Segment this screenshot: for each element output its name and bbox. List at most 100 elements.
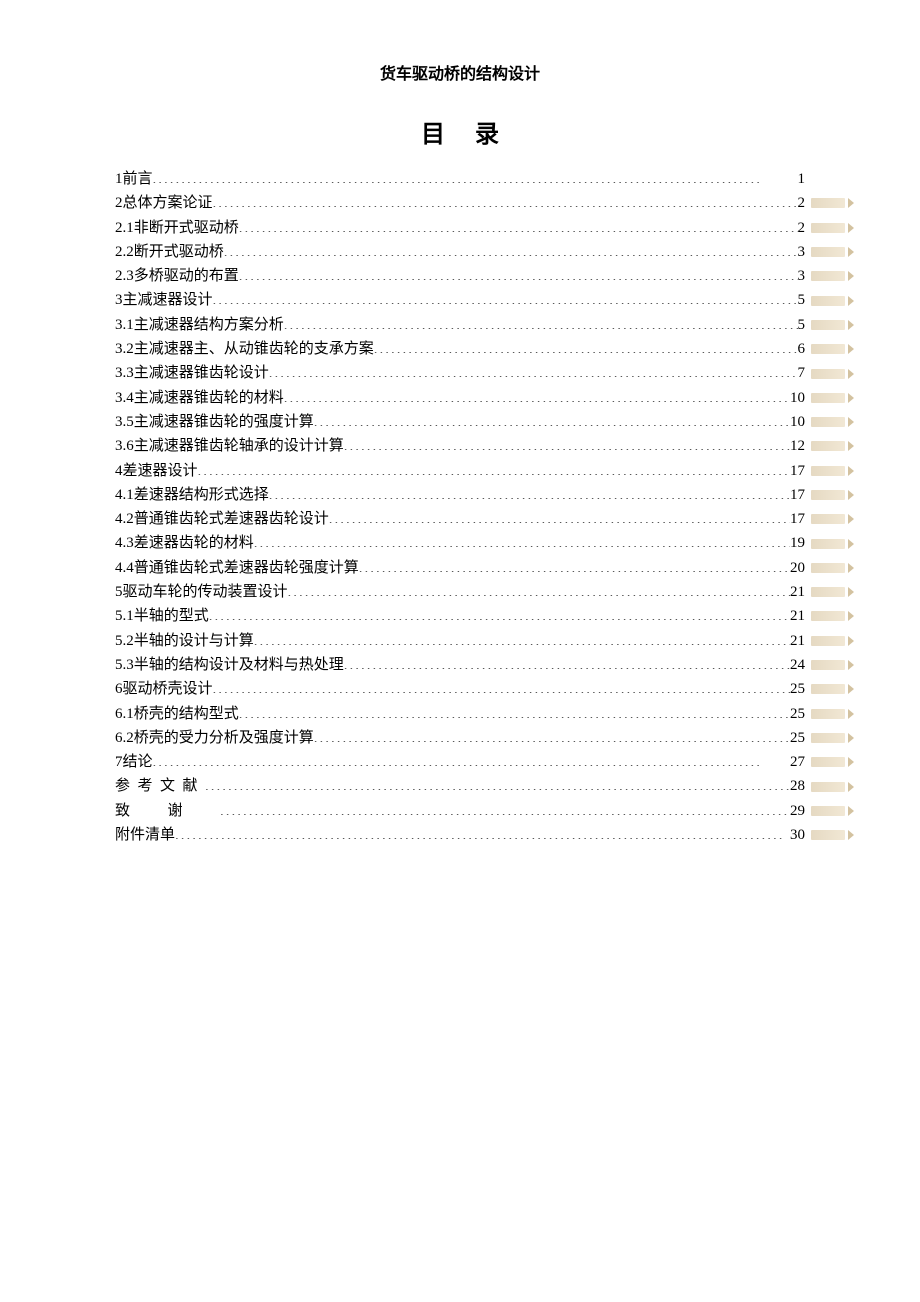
toc-entry-page: 5 — [798, 313, 806, 337]
paragraph-marker-icon — [848, 320, 860, 330]
paragraph-marker-icon — [848, 247, 860, 257]
toc-entry: 5.1 半轴的型式21 — [115, 604, 805, 628]
toc-dots-leader — [213, 678, 790, 693]
toc-entry-text: 主减速器结构方案分析 — [134, 313, 284, 337]
toc-entry-text: 参考文献 — [115, 774, 205, 798]
toc-entry-number: 5.2 — [115, 629, 134, 653]
toc-entry-page: 3 — [798, 240, 806, 264]
toc-dots-leader — [209, 605, 790, 620]
paragraph-marker-icon — [848, 296, 860, 306]
toc-dots-leader — [344, 654, 790, 669]
toc-entry: 2.1 非断开式驱动桥2 — [115, 216, 805, 240]
toc-entry-number: 3.6 — [115, 434, 134, 458]
paragraph-marker-icon — [848, 660, 860, 670]
toc-entry-text: 差速器结构形式选择 — [134, 483, 269, 507]
paragraph-marker-icon — [848, 830, 860, 840]
toc-entry-page: 1 — [798, 167, 806, 191]
line-end-marker-icon — [811, 806, 845, 816]
line-end-marker-icon — [811, 611, 845, 621]
toc-entry-text: 主减速器锥齿轮的材料 — [134, 386, 284, 410]
toc-entry-page: 17 — [790, 507, 805, 531]
paragraph-marker-icon — [848, 709, 860, 719]
toc-dots-leader — [213, 192, 798, 207]
toc-entry-number: 4.4 — [115, 556, 134, 580]
toc-dots-leader — [284, 314, 798, 329]
paragraph-marker-icon — [848, 539, 860, 549]
line-end-marker-icon — [811, 466, 845, 476]
toc-entry-number: 3.2 — [115, 337, 134, 361]
toc-entry-text: 前言 — [123, 167, 153, 191]
toc-entry-page: 17 — [790, 459, 805, 483]
toc-entry-page: 2 — [798, 191, 806, 215]
toc-entry-text: 主减速器锥齿轮轴承的设计计算 — [134, 434, 344, 458]
line-end-marker-icon — [811, 733, 845, 743]
toc-entry-page: 12 — [790, 434, 805, 458]
toc-entry: 2.2 断开式驱动桥3 — [115, 240, 805, 264]
toc-entry-page: 5 — [798, 288, 806, 312]
toc-entry-text: 总体方案论证 — [123, 191, 213, 215]
paragraph-marker-icon — [848, 223, 860, 233]
paragraph-marker-icon — [848, 514, 860, 524]
toc-entry-text: 驱动桥壳设计 — [123, 677, 213, 701]
toc-entry-page: 20 — [790, 556, 805, 580]
toc-entry: 5.3 半轴的结构设计及材料与热处理24 — [115, 653, 805, 677]
toc-entry-number: 2.1 — [115, 216, 134, 240]
toc-entry: 2.3 多桥驱动的布置3 — [115, 264, 805, 288]
toc-entry-page: 6 — [798, 337, 806, 361]
toc-entry-page: 21 — [790, 604, 805, 628]
toc-entry-text: 多桥驱动的布置 — [134, 264, 239, 288]
toc-entry-text: 非断开式驱动桥 — [134, 216, 239, 240]
line-end-marker-icon — [811, 757, 845, 767]
paragraph-marker-icon — [848, 611, 860, 621]
toc-entry-number: 6.2 — [115, 726, 134, 750]
toc-title: 目录 — [115, 114, 805, 149]
toc-entry: 3.6 主减速器锥齿轮轴承的设计计算 12 — [115, 434, 805, 458]
toc-entry-page: 3 — [798, 264, 806, 288]
toc-entry-number: 6.1 — [115, 702, 134, 726]
toc-entry-page: 21 — [790, 580, 805, 604]
toc-entry: 4.3 差速器齿轮的材料19 — [115, 531, 805, 555]
paragraph-marker-icon — [848, 806, 860, 816]
line-end-marker-icon — [811, 223, 845, 233]
toc-dots-leader — [254, 630, 790, 645]
toc-entry-page: 27 — [790, 750, 805, 774]
toc-entry-page: 17 — [790, 483, 805, 507]
toc-entry: 4.1 差速器结构形式选择17 — [115, 483, 805, 507]
toc-entry-page: 7 — [798, 361, 806, 385]
toc-entry-number: 4.2 — [115, 507, 134, 531]
paragraph-marker-icon — [848, 563, 860, 573]
toc-dots-leader — [198, 460, 790, 475]
toc-entry: 4.4 普通锥齿轮式差速器齿轮强度计算20 — [115, 556, 805, 580]
toc-dots-leader — [175, 824, 790, 839]
toc-dots-leader — [329, 508, 790, 523]
toc-entry-text: 断开式驱动桥 — [134, 240, 224, 264]
toc-entry-page: 25 — [790, 726, 805, 750]
line-end-marker-icon — [811, 441, 845, 451]
toc-entry: 6.1 桥壳的结构型式25 — [115, 702, 805, 726]
paragraph-marker-icon — [848, 490, 860, 500]
toc-dots-leader — [153, 751, 790, 766]
toc-entry: 4 差速器设计17 — [115, 459, 805, 483]
toc-entry-number: 6 — [115, 677, 123, 701]
line-end-marker-icon — [811, 684, 845, 694]
toc-dots-leader — [239, 217, 798, 232]
paragraph-marker-icon — [848, 757, 860, 767]
toc-entry: 7 结论27 — [115, 750, 805, 774]
toc-entry-page: 19 — [790, 531, 805, 555]
toc-entry-text: 差速器齿轮的材料 — [134, 531, 254, 555]
line-end-marker-icon — [811, 539, 845, 549]
toc-entry-text: 半轴的结构设计及材料与热处理 — [134, 653, 344, 677]
paragraph-marker-icon — [848, 198, 860, 208]
toc-dots-leader — [344, 435, 790, 450]
toc-entry: 3.3 主减速器锥齿轮设计7 — [115, 361, 805, 385]
toc-entry-page: 25 — [790, 702, 805, 726]
toc-entry-text: 普通锥齿轮式差速器齿轮设计 — [134, 507, 329, 531]
toc-entry-page: 21 — [790, 629, 805, 653]
line-end-marker-icon — [811, 563, 845, 573]
toc-entry-text: 附件清单 — [115, 823, 175, 847]
toc-entry-number: 2 — [115, 191, 123, 215]
paragraph-marker-icon — [848, 466, 860, 476]
toc-entry-page: 24 — [790, 653, 805, 677]
toc-entry: 致谢29 — [115, 799, 805, 823]
toc-entry-text: 半轴的型式 — [134, 604, 209, 628]
